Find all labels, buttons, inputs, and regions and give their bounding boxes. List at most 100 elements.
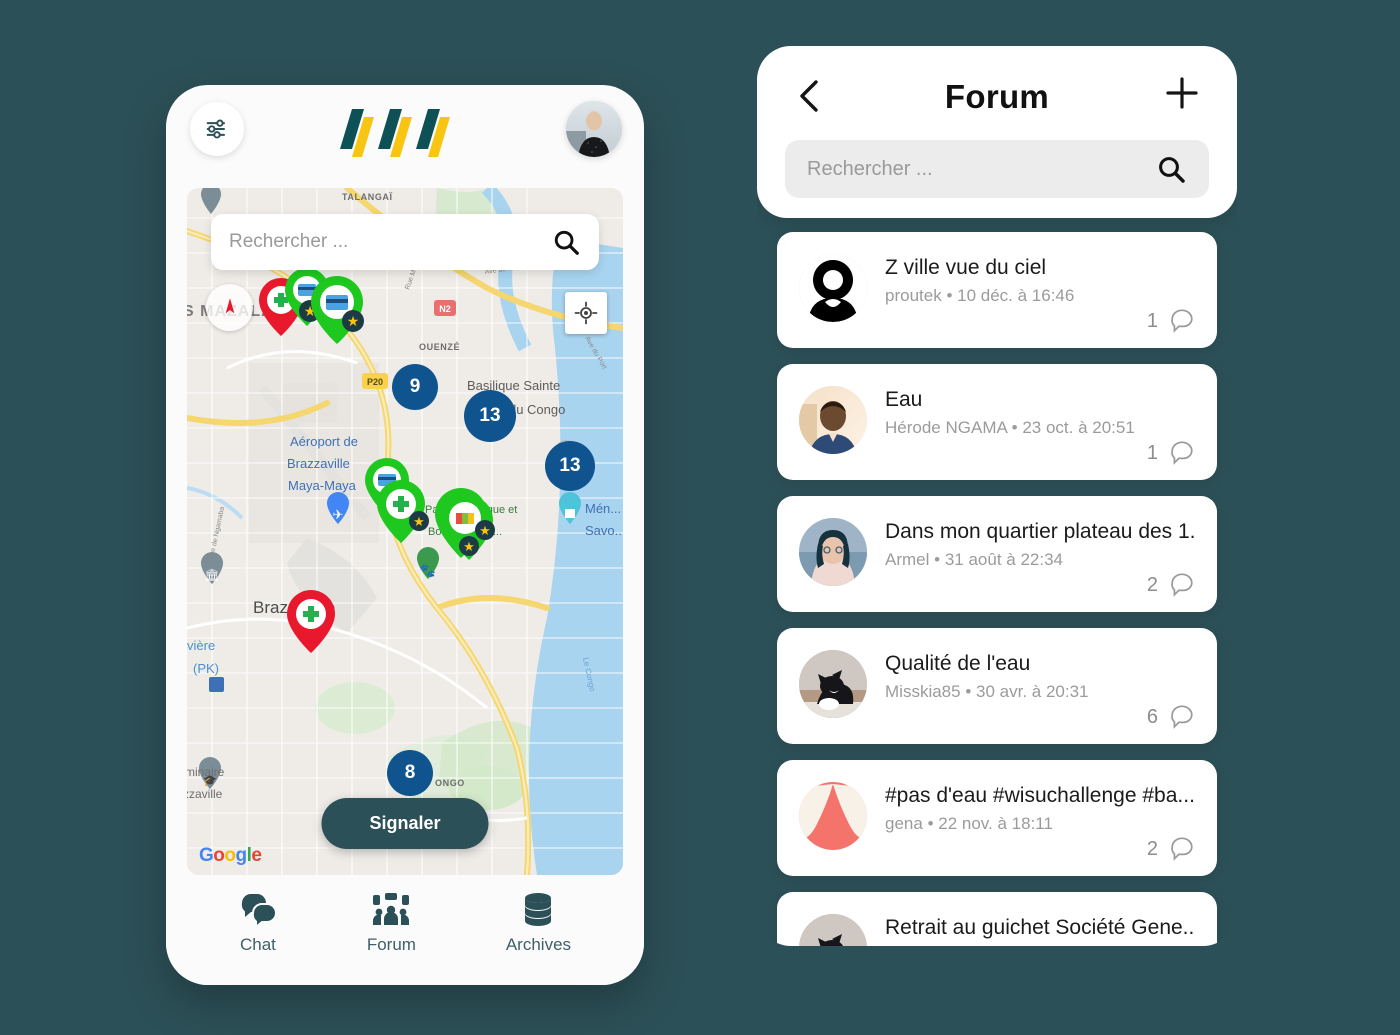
- post-title: #pas d'eau #wisuchallenge #ba...: [885, 784, 1195, 807]
- svg-text:ONGO: ONGO: [435, 778, 465, 788]
- star-badge-3: ★: [409, 511, 429, 531]
- database-stack-icon: [525, 892, 552, 926]
- google-attribution: Google: [199, 845, 262, 867]
- search-icon[interactable]: [551, 227, 581, 257]
- locate-me-button[interactable]: [565, 292, 607, 334]
- compass-icon[interactable]: [206, 284, 253, 331]
- comment-number: 2: [1146, 837, 1158, 860]
- star-badge-2: ★: [342, 310, 364, 332]
- svg-text:✈: ✈: [333, 507, 344, 522]
- post-title: Dans mon quartier plateau des 1...: [885, 520, 1195, 543]
- post-avatar: [799, 518, 867, 586]
- forum-post-item[interactable]: Retrait au guichet Société Gene...: [777, 892, 1217, 946]
- post-meta: proutek • 10 déc. à 16:46: [885, 286, 1195, 306]
- screen-root: .lbl-area{font:bold 9px "Liberation Sans…: [0, 0, 1400, 1035]
- map-view[interactable]: .lbl-area{font:bold 9px "Liberation Sans…: [187, 188, 623, 875]
- map-cluster-13-a[interactable]: 13: [464, 390, 516, 442]
- report-button[interactable]: Signaler: [321, 798, 489, 849]
- woman-photo-avatar: [799, 518, 867, 586]
- forum-post-list: Z ville vue du ciel proutek • 10 déc. à …: [757, 232, 1237, 946]
- post-author: gena: [885, 814, 923, 833]
- post-date: 30 avr. à 20:31: [976, 682, 1089, 701]
- g2-letter: g: [235, 845, 248, 866]
- o-letter: o: [213, 845, 225, 866]
- forum-post-item[interactable]: Qualité de l'eau Misskia85 • 30 avr. à 2…: [777, 628, 1217, 744]
- post-title: Eau: [885, 388, 923, 411]
- post-author: proutek: [885, 286, 942, 305]
- cluster-count: 9: [409, 376, 421, 397]
- cluster-count: 13: [479, 405, 501, 426]
- star-badge-5: ★: [459, 536, 479, 556]
- post-comment-count: 2: [1147, 572, 1195, 598]
- cluster-count: 8: [404, 762, 416, 783]
- map-cluster-9[interactable]: 9: [392, 364, 438, 410]
- app-logo: [340, 109, 450, 157]
- nav-tab-forum[interactable]: Forum: [367, 892, 416, 955]
- search-icon[interactable]: [1155, 153, 1187, 185]
- nav-label-archives: Archives: [505, 934, 572, 954]
- forum-post-item[interactable]: Dans mon quartier plateau des 1... Armel…: [777, 496, 1217, 612]
- right-phone-forum-screen: Forum Rechercher ... Z ville vue du ciel…: [757, 46, 1237, 946]
- nav-label-chat: Chat: [239, 934, 276, 954]
- nav-label-forum: Forum: [366, 934, 416, 954]
- forum-post-item[interactable]: Eau Hérode NGAMA • 23 oct. à 20:51 1: [777, 364, 1217, 480]
- comment-bubble-icon: [1171, 441, 1193, 465]
- bottom-nav: Chat Forum Archives: [166, 875, 644, 985]
- nav-tab-chat[interactable]: Chat: [239, 892, 277, 955]
- post-body: Retrait au guichet Société Gene...: [885, 914, 1195, 946]
- svg-text:OUENZÉ: OUENZÉ: [419, 342, 460, 352]
- post-comment-count: 1: [1147, 308, 1195, 334]
- o2-letter: o: [224, 845, 236, 866]
- cluster-count: 13: [559, 455, 581, 476]
- svg-text:★: ★: [413, 514, 425, 529]
- forum-post-item[interactable]: #pas d'eau #wisuchallenge #ba... gena • …: [777, 760, 1217, 876]
- post-author: Hérode NGAMA: [885, 418, 1007, 437]
- post-title: Retrait au guichet Société Gene...: [885, 916, 1195, 939]
- user-avatar[interactable]: [566, 101, 622, 157]
- post-comment-count: 2: [1147, 836, 1195, 862]
- svg-text:Brazzaville: Brazzaville: [287, 456, 350, 471]
- nav-tab-archives[interactable]: Archives: [506, 892, 571, 955]
- post-comment-count: 6: [1147, 704, 1195, 730]
- filter-button[interactable]: [190, 102, 244, 156]
- svg-text:★: ★: [347, 313, 360, 329]
- forum-topbar: Forum: [785, 72, 1209, 122]
- map-cluster-8[interactable]: 8: [387, 750, 433, 796]
- post-separator: •: [1011, 418, 1018, 437]
- map-cluster-13-b[interactable]: 13: [545, 441, 595, 491]
- comment-bubble-icon: [1171, 837, 1193, 861]
- locate-me-icon: [574, 301, 598, 325]
- logo-a-avatar-icon: [799, 782, 867, 850]
- comment-bubble-icon: [1171, 309, 1193, 333]
- add-post-button[interactable]: [1163, 74, 1201, 117]
- svg-text:minaire: minaire: [187, 765, 225, 779]
- forum-search-placeholder[interactable]: Rechercher ...: [807, 158, 1155, 181]
- post-author: Misskia85: [885, 682, 961, 701]
- forum-header: Forum Rechercher ...: [757, 46, 1237, 218]
- forum-search-bar[interactable]: Rechercher ...: [785, 140, 1209, 198]
- comment-bubble-icon: [1171, 573, 1193, 597]
- silhouette-avatar-icon: [799, 254, 867, 322]
- svg-text:N2: N2: [439, 304, 451, 314]
- road-shield-p20: P20: [362, 373, 388, 389]
- post-date: 31 août à 22:34: [944, 550, 1063, 569]
- page-title: Forum: [944, 78, 1050, 115]
- post-separator: •: [927, 814, 934, 833]
- e-letter: e: [251, 845, 262, 866]
- post-avatar: [799, 914, 867, 946]
- svg-text:Aéroport de: Aéroport de: [290, 434, 358, 449]
- svg-text:vière: vière: [187, 638, 215, 653]
- back-button[interactable]: [795, 76, 825, 121]
- comment-number: 2: [1146, 573, 1158, 596]
- svg-text:★: ★: [463, 539, 475, 554]
- svg-text:Savo...: Savo...: [585, 523, 623, 538]
- map-search-bar[interactable]: Rechercher ...: [211, 214, 599, 270]
- map-search-placeholder[interactable]: Rechercher ...: [229, 231, 551, 253]
- forum-post-item[interactable]: Z ville vue du ciel proutek • 10 déc. à …: [777, 232, 1217, 348]
- comment-number: 1: [1146, 309, 1158, 332]
- post-avatar: [799, 650, 867, 718]
- star-badge-4: ★: [475, 520, 495, 540]
- post-comment-count: 1: [1147, 440, 1195, 466]
- compass-needle-icon: [225, 297, 234, 313]
- post-title: Z ville vue du ciel: [885, 256, 1047, 279]
